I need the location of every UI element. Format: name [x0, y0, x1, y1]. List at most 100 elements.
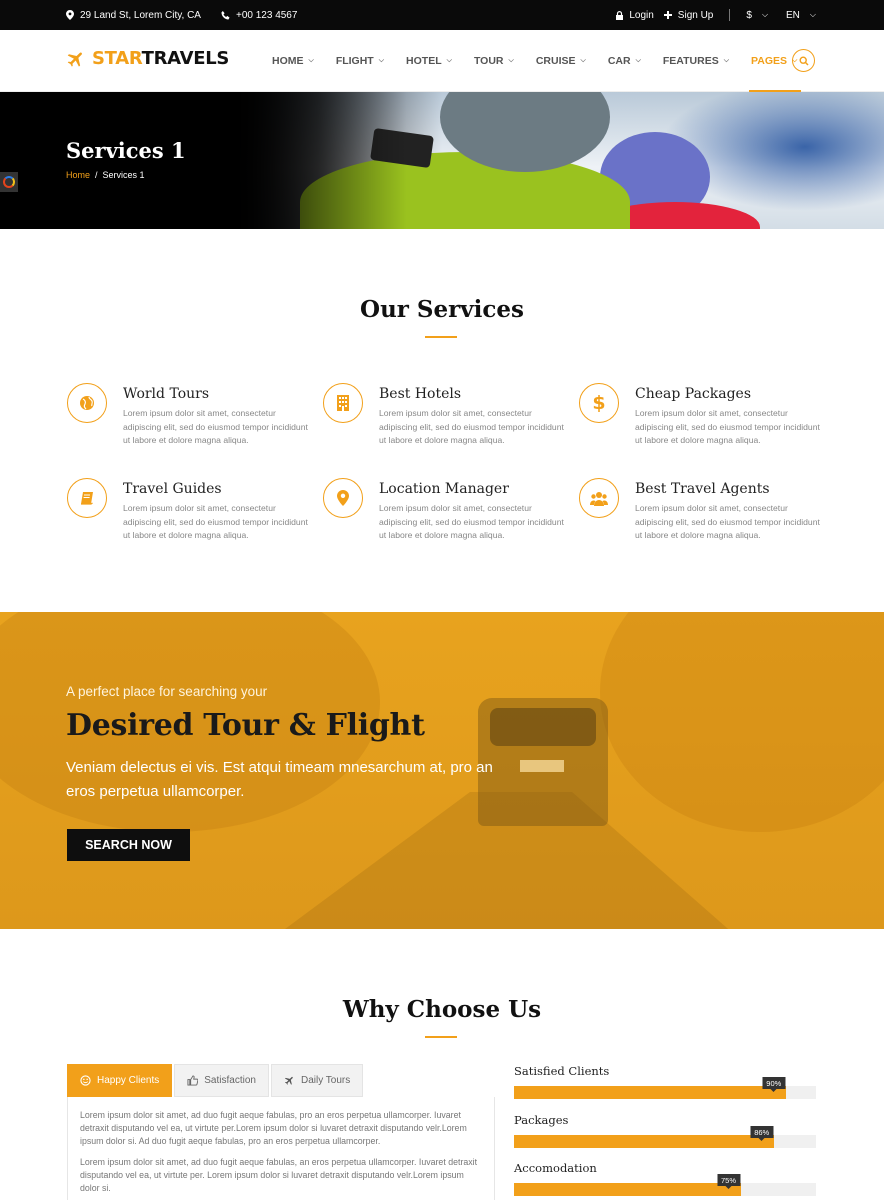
nav-cruise[interactable]: CRUISE ⌵	[536, 30, 586, 92]
chevron-down-icon: ⌵	[635, 57, 641, 64]
service-icon-circle: $	[579, 383, 619, 423]
skill-label: Satisfied Clients	[514, 1064, 610, 1078]
phone-text: +00 123 4567	[235, 9, 298, 21]
palette-icon	[3, 176, 15, 188]
login-label: Login	[629, 9, 654, 21]
language-value: EN	[786, 9, 800, 21]
service-description: Lorem ipsum dolor sit amet, consectetur …	[635, 408, 820, 445]
service-name: Best Travel Agents	[635, 481, 770, 497]
chevron-down-icon: ⌵	[809, 10, 816, 19]
service-description: Lorem ipsum dolor sit amet, consectetur …	[123, 408, 308, 445]
color-switcher-button[interactable]	[0, 172, 18, 192]
lock-icon	[616, 10, 624, 20]
nav-pages-label: PAGES	[751, 55, 787, 67]
service-description: Lorem ipsum dolor sit amet, consectetur …	[379, 503, 564, 540]
service-location-manager[interactable]: Location Manager Lorem ipsum dolor sit a…	[323, 478, 564, 558]
chevron-down-icon: ⌵	[508, 57, 514, 64]
search-now-button[interactable]: SEARCH NOW	[67, 829, 190, 861]
page-banner: Services 1 Home / Services 1	[0, 92, 884, 229]
tab-label: Satisfaction	[204, 1075, 256, 1086]
tab-paragraph: Lorem ipsum dolor sit amet, ad duo fugit…	[80, 1110, 467, 1146]
title-underline	[425, 1036, 457, 1038]
users-icon	[590, 491, 608, 506]
logo-travels-text: TRAVELS	[141, 48, 230, 69]
page-title: Services 1	[66, 138, 186, 163]
nav-pages[interactable]: PAGES ⌵	[749, 30, 802, 92]
service-name: World Tours	[123, 386, 210, 402]
title-underline	[425, 336, 457, 338]
service-travel-guides[interactable]: Travel Guides Lorem ipsum dolor sit amet…	[67, 478, 308, 558]
search-button[interactable]	[792, 49, 815, 72]
globe-icon	[80, 396, 94, 410]
service-best-hotels[interactable]: Best Hotels Lorem ipsum dolor sit amet, …	[323, 383, 564, 463]
currency-value: $	[746, 9, 752, 21]
skill-label: Accomodation	[514, 1161, 597, 1175]
signup-label: Sign Up	[677, 9, 714, 21]
cta-title: Desired Tour & Flight	[66, 708, 425, 743]
building-icon	[337, 395, 349, 411]
language-selector[interactable]: EN ⌵	[786, 10, 816, 21]
login-link[interactable]: Login	[616, 9, 654, 21]
logo-star-text: STAR	[92, 48, 142, 69]
search-cta-section: A perfect place for searching your Desir…	[0, 612, 884, 929]
tab-paragraph: Lorem ipsum dolor sit amet, ad duo fugit…	[80, 1157, 478, 1193]
nav-hotel[interactable]: HOTEL ⌵	[406, 30, 452, 92]
skill-label: Packages	[514, 1113, 569, 1127]
tab-panel-happy-clients: Lorem ipsum dolor sit amet, ad duo fugit…	[67, 1097, 495, 1200]
skill-satisfied-clients: Satisfied Clients 90%	[514, 1064, 816, 1099]
address-info: 29 Land St, Lorem City, CA	[66, 10, 201, 21]
van-plate	[520, 760, 564, 772]
nav-flight[interactable]: FLIGHT ⌵	[336, 30, 384, 92]
service-name: Cheap Packages	[635, 386, 752, 402]
top-bar: 29 Land St, Lorem City, CA +00 123 4567 …	[0, 0, 884, 30]
currency-selector[interactable]: $ ⌵	[746, 10, 768, 21]
nav-car-label: CAR	[607, 55, 631, 67]
book-icon	[80, 491, 93, 505]
why-tabs: Happy Clients Satisfaction Daily Tours	[67, 1064, 364, 1097]
skill-packages: Packages 86%	[514, 1113, 816, 1148]
nav-tour[interactable]: TOUR ⌵	[474, 30, 514, 92]
skill-fill	[514, 1183, 741, 1196]
skill-percent-badge: 90%	[762, 1077, 786, 1092]
skill-fill	[514, 1135, 774, 1148]
service-world-tours[interactable]: World Tours Lorem ipsum dolor sit amet, …	[67, 383, 308, 463]
service-description: Lorem ipsum dolor sit amet, consectetur …	[635, 503, 820, 540]
breadcrumb: Home / Services 1	[66, 170, 145, 180]
breadcrumb-home[interactable]: Home	[66, 170, 90, 180]
site-header: STARTRAVELS HOME ⌵ FLIGHT ⌵ HOTEL ⌵ TOUR ⌵ C…	[0, 30, 884, 92]
address-text: 29 Land St, Lorem City, CA	[80, 9, 201, 21]
thumbs-up-icon	[187, 1075, 199, 1086]
skill-fill	[514, 1086, 786, 1099]
service-icon-circle	[323, 478, 363, 518]
background-trees	[600, 612, 884, 832]
chevron-down-icon: ⌵	[378, 57, 385, 64]
nav-home-label: HOME	[272, 55, 304, 67]
plus-icon	[663, 11, 672, 19]
skill-accomodation: Accomodation 75%	[514, 1161, 816, 1196]
breadcrumb-current: Services 1	[102, 170, 145, 180]
nav-features[interactable]: FEATURES ⌵	[663, 30, 729, 92]
cta-subtitle: A perfect place for searching your	[66, 684, 268, 699]
tab-happy-clients[interactable]: Happy Clients	[67, 1064, 173, 1097]
service-icon-circle	[67, 478, 107, 518]
service-best-travel-agents[interactable]: Best Travel Agents Lorem ipsum dolor sit…	[579, 478, 820, 558]
nav-flight-label: FLIGHT	[335, 55, 374, 67]
site-logo[interactable]: STARTRAVELS	[66, 48, 229, 69]
map-pin-icon	[66, 10, 74, 20]
chevron-down-icon: ⌵	[308, 57, 314, 64]
tab-label: Happy Clients	[97, 1075, 160, 1086]
dollar-icon: $	[592, 392, 606, 414]
chevron-down-icon: ⌵	[446, 57, 452, 64]
tab-daily-tours[interactable]: Daily Tours	[270, 1064, 364, 1097]
nav-home[interactable]: HOME ⌵	[272, 30, 314, 92]
service-icon-circle	[67, 383, 107, 423]
nav-car[interactable]: CAR ⌵	[608, 30, 641, 92]
service-name: Travel Guides	[123, 481, 222, 497]
plane-icon	[284, 1076, 293, 1085]
signup-link[interactable]: Sign Up	[663, 9, 714, 21]
van-window	[490, 708, 596, 746]
tab-satisfaction[interactable]: Satisfaction	[174, 1064, 269, 1097]
chevron-down-icon: ⌵	[761, 10, 769, 19]
service-cheap-packages[interactable]: $ Cheap Packages Lorem ipsum dolor sit a…	[579, 383, 820, 463]
phone-info[interactable]: +00 123 4567	[221, 10, 297, 21]
